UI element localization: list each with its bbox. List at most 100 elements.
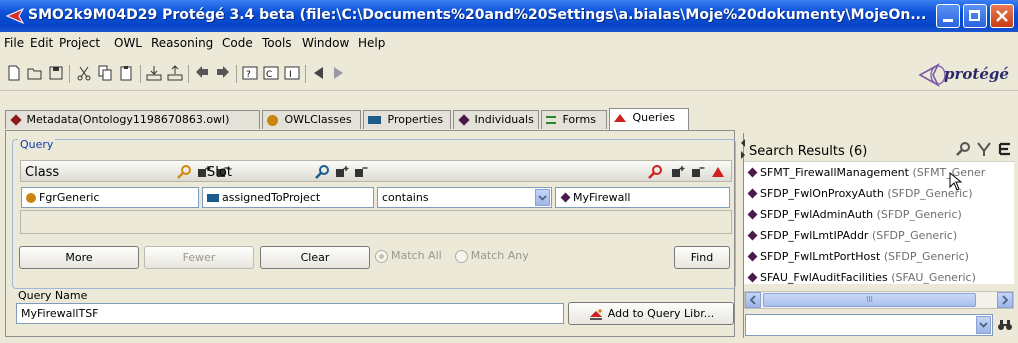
tab-label: Properties — [387, 113, 444, 126]
query-add-row-icon[interactable] — [671, 165, 685, 179]
match-all-radio[interactable] — [375, 249, 388, 263]
query-name-input[interactable]: MyFirewallTSF — [16, 303, 564, 324]
individual-diamond-icon — [458, 114, 470, 126]
menu-code[interactable]: Code — [222, 36, 253, 50]
tab-individuals[interactable]: Individuals — [453, 110, 539, 129]
tab-label: Forms — [562, 113, 596, 126]
query-remove-row-icon[interactable] — [691, 165, 705, 179]
query-rows-area — [20, 210, 732, 234]
tab-forms[interactable]: Forms — [541, 110, 607, 129]
results-dropdown-button[interactable] — [976, 316, 991, 334]
menu-window[interactable]: Window — [302, 36, 349, 50]
list-item[interactable]: SFDP_FwlLmtIPAddr (SFDP_Generic) — [747, 229, 957, 242]
search-results-list: SFMT_FirewallManagement (SFMT_Gener SFDP… — [744, 161, 1014, 284]
close-icon — [996, 10, 1008, 22]
back-icon[interactable] — [194, 65, 210, 81]
menu-edit[interactable]: Edit — [30, 36, 53, 50]
query-name-label: Query Name — [18, 289, 88, 302]
scroll-left-button[interactable] — [745, 292, 761, 308]
menu-help[interactable]: Help — [358, 36, 385, 50]
tab-owlclasses[interactable]: OWLClasses — [262, 110, 361, 129]
scroll-right-button[interactable] — [997, 292, 1013, 308]
collapse-right-icon — [741, 151, 745, 159]
copy-icon[interactable] — [97, 65, 113, 81]
instance-view-icon[interactable]: I — [284, 65, 300, 81]
binoculars-icon[interactable] — [997, 318, 1013, 332]
add-to-query-library-button[interactable]: Add to Query Libr... — [568, 302, 734, 325]
paste-icon[interactable] — [118, 65, 134, 81]
tab-metadata[interactable]: Metadata(Ontology1198670863.owl) — [5, 110, 260, 129]
list-item[interactable]: SFMT_FirewallManagement (SFMT_Gener — [747, 166, 1015, 179]
title-bar: SMO2k9M04D29 Protégé 3.4 beta (file:\C:\… — [0, 0, 1018, 32]
logo-text: protégé — [944, 65, 1009, 83]
tab-bar: Metadata(Ontology1198670863.owl) OWLClas… — [0, 93, 735, 131]
results-filter-combobox[interactable] — [745, 314, 993, 336]
cut-icon[interactable] — [76, 65, 92, 81]
class-circle-icon — [267, 114, 278, 126]
results-filter-icon[interactable] — [976, 141, 992, 157]
open-folder-icon[interactable] — [27, 65, 43, 81]
slot-add-icon[interactable] — [335, 165, 349, 179]
previous-arrow-icon[interactable] — [311, 65, 327, 81]
operator-select[interactable]: contains — [377, 187, 552, 208]
scroll-thumb[interactable]: III — [763, 293, 976, 307]
tab-properties[interactable]: Properties — [363, 110, 451, 129]
help-query-icon[interactable]: ? — [242, 65, 258, 81]
save-icon[interactable] — [48, 65, 64, 81]
metadata-diamond-icon — [10, 114, 22, 126]
slot-remove-icon[interactable] — [354, 165, 368, 179]
class-view-icon[interactable]: C — [263, 65, 279, 81]
individual-diamond-icon — [747, 272, 758, 283]
svg-text:I: I — [289, 70, 292, 80]
maximize-button[interactable] — [963, 4, 987, 28]
more-button[interactable]: More — [19, 246, 139, 269]
find-button[interactable]: Find — [674, 246, 730, 269]
minimize-button[interactable] — [936, 4, 960, 28]
individual-diamond-icon — [560, 192, 571, 203]
class-field[interactable]: FgrGeneric — [21, 187, 199, 208]
new-file-icon[interactable] — [6, 65, 22, 81]
tab-label: OWLClasses — [284, 113, 352, 126]
slot-header: Slot — [207, 165, 232, 180]
menu-reasoning[interactable]: Reasoning — [151, 36, 213, 50]
result-type: (SFAU_Generic) — [891, 271, 976, 284]
result-type: (SFDP_Generic) — [883, 250, 969, 263]
menu-file[interactable]: File — [4, 36, 24, 50]
value-search-icon[interactable] — [647, 164, 663, 180]
slot-search-icon[interactable] — [314, 164, 330, 180]
individual-diamond-icon — [747, 230, 758, 241]
individual-diamond-icon — [747, 251, 758, 262]
svg-text:C: C — [266, 70, 272, 80]
forward-icon[interactable] — [215, 65, 231, 81]
chevron-left-icon — [749, 295, 756, 305]
list-item[interactable]: SFAU_FwlAuditFacilities (SFAU_Generic) — [747, 271, 976, 284]
class-search-icon[interactable] — [176, 164, 192, 180]
export-icon[interactable] — [167, 65, 183, 81]
toolbar: ? C I — [0, 55, 1018, 91]
list-item[interactable]: SFDP_FwlOnProxyAuth (SFDP_Generic) — [747, 187, 973, 200]
next-arrow-icon[interactable] — [330, 65, 346, 81]
query-triangle-icon[interactable] — [711, 165, 725, 179]
match-any-radio[interactable] — [454, 249, 468, 263]
chevron-right-icon — [1002, 295, 1009, 305]
list-item[interactable]: SFDP_FwlAdminAuth (SFDP_Generic) — [747, 208, 962, 221]
value-value: MyFirewall — [573, 191, 631, 204]
value-field[interactable]: MyFirewall — [555, 187, 730, 208]
fewer-button[interactable]: Fewer — [144, 246, 254, 269]
results-horizontal-scrollbar[interactable]: III — [744, 291, 1014, 309]
minimize-icon — [943, 19, 953, 22]
results-view-icon[interactable] — [997, 141, 1013, 157]
result-name: SFDP_FwlLmtIPAddr — [760, 229, 869, 242]
results-search-icon[interactable] — [955, 141, 971, 157]
clear-button[interactable]: Clear — [260, 246, 370, 269]
close-button[interactable] — [990, 4, 1014, 28]
operator-dropdown-button[interactable] — [535, 189, 550, 206]
insert-icon[interactable] — [146, 65, 162, 81]
menu-tools[interactable]: Tools — [262, 36, 292, 50]
menu-project[interactable]: Project — [59, 36, 100, 50]
tab-queries[interactable]: Queries — [609, 108, 689, 130]
menu-owl[interactable]: OWL — [114, 36, 142, 50]
individual-diamond-icon — [747, 209, 758, 220]
slot-field[interactable]: assignedToProject — [202, 187, 374, 208]
list-item[interactable]: SFDP_FwlLmtPortHost (SFDP_Generic) — [747, 250, 969, 263]
